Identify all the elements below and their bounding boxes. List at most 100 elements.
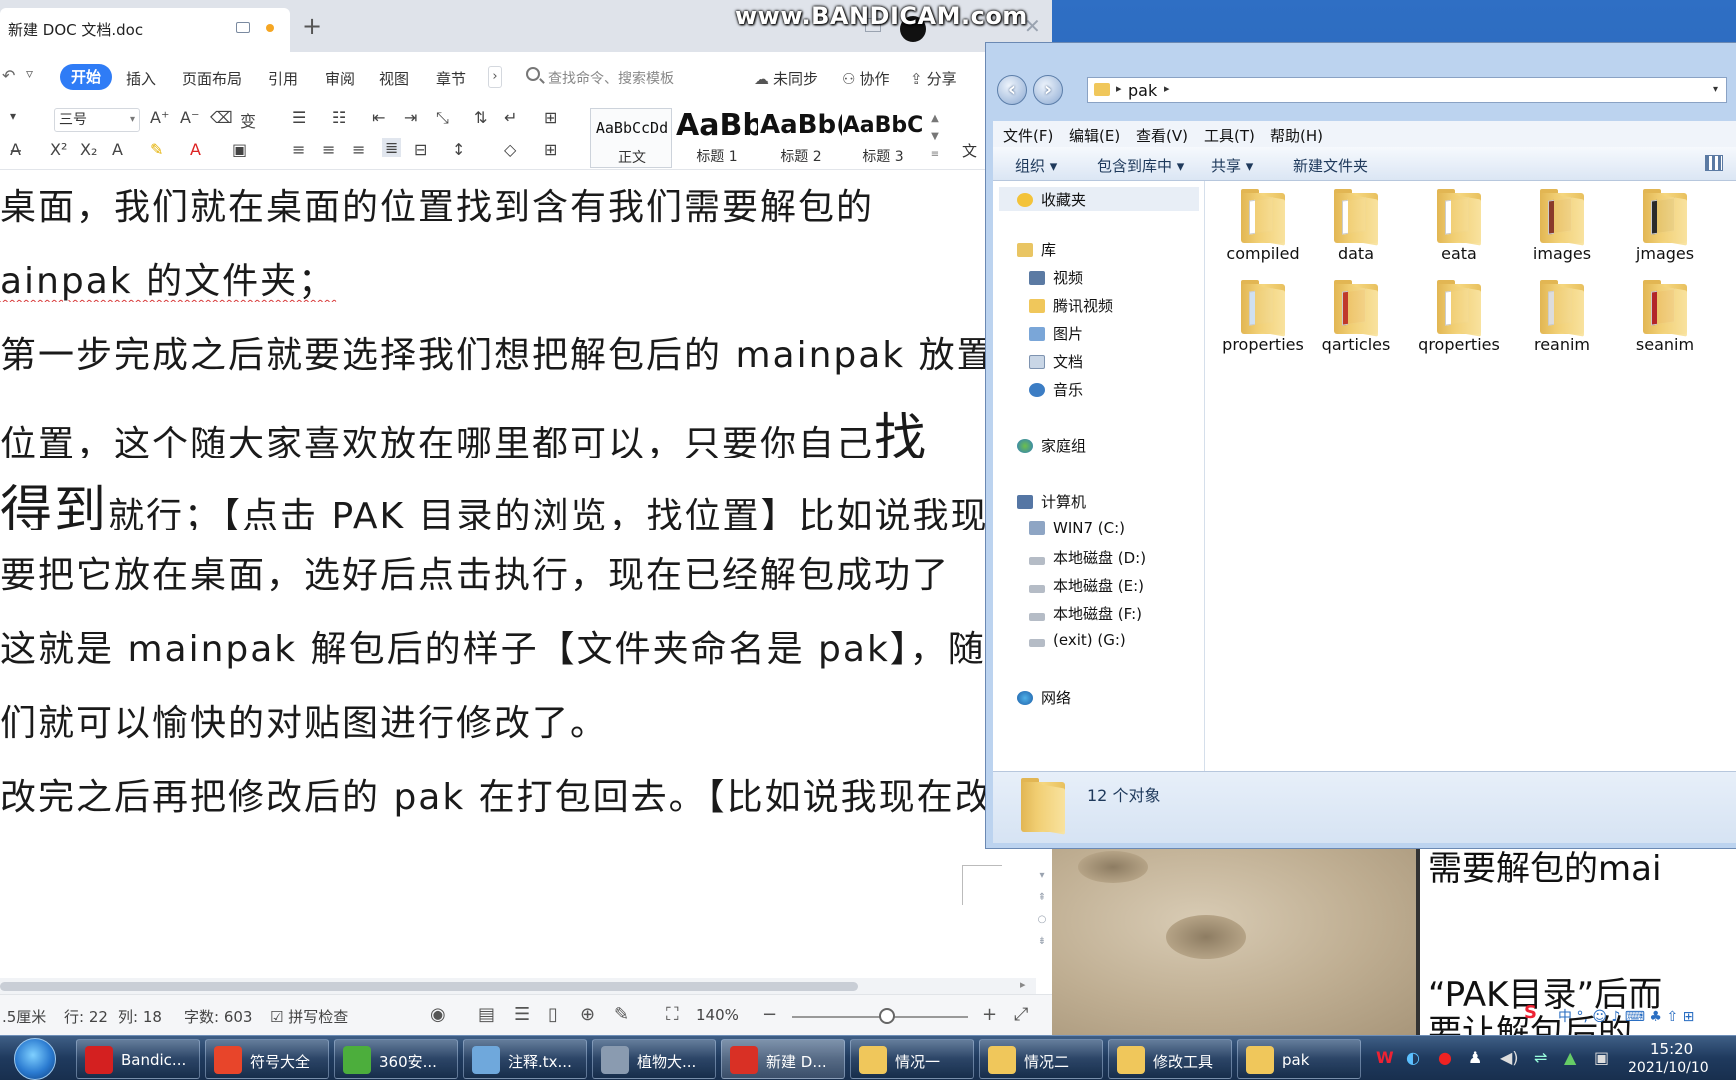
chevron-down-icon[interactable]: ▿ — [26, 66, 33, 82]
clear-format-icon[interactable]: ⌫ — [210, 108, 233, 127]
horizontal-scrollbar[interactable]: ▸ — [0, 978, 1036, 994]
menu-help[interactable]: 帮助(H) — [1270, 125, 1323, 146]
vertical-scroll-controls[interactable]: ▾ ⇞ ○ ⇟ — [1032, 870, 1052, 980]
style-heading-3[interactable]: AaBbC 标题 3 — [842, 108, 924, 168]
taskbar-button-bandicam[interactable]: Bandic... — [76, 1039, 200, 1079]
nav-lib-pictures[interactable]: 图片 — [1029, 323, 1083, 344]
menu-file[interactable]: 文件(F) — [1003, 125, 1053, 146]
nav-drive-d[interactable]: 本地磁盘 (D:) — [1029, 547, 1146, 568]
tab-view[interactable]: 视图 — [379, 68, 409, 89]
distributed-icon[interactable]: ⊟ — [414, 140, 427, 159]
prev-page-icon[interactable]: ⇞ — [1032, 892, 1052, 914]
style-normal[interactable]: AaBbCcDd 正文 — [590, 108, 672, 168]
sync-button[interactable]: ☁ 未同步 — [754, 68, 818, 89]
nav-homegroup[interactable]: 家庭组 — [1017, 435, 1086, 456]
folder-item-eata[interactable]: eata — [1409, 181, 1509, 273]
status-word-count[interactable]: 字数: 603 — [184, 1006, 252, 1027]
nav-drive-g[interactable]: (exit) (G:) — [1029, 631, 1126, 649]
text-direction-icon[interactable]: ⤡ — [436, 108, 449, 128]
nav-lib-documents[interactable]: 文档 — [1029, 351, 1083, 372]
nav-computer[interactable]: 计算机 — [1017, 491, 1086, 512]
monitor-icon[interactable] — [236, 22, 250, 33]
superscript-icon[interactable]: X² — [50, 140, 67, 159]
sort-icon[interactable]: ⇅ — [474, 108, 487, 127]
style-gallery-scroll[interactable]: ▲ ▼ ≡ — [928, 110, 942, 166]
table-tools-icon[interactable]: ⊞ — [544, 108, 557, 127]
folder-item-images[interactable]: images — [1512, 181, 1612, 273]
volume-icon[interactable]: ◀) — [1500, 1048, 1519, 1067]
scroll-right-icon[interactable]: ▸ — [1020, 978, 1026, 991]
zoom-level[interactable]: 140% — [696, 1006, 739, 1024]
organize-button[interactable]: 组织 ▾ — [1015, 155, 1057, 176]
tab-references[interactable]: 引用 — [268, 68, 298, 89]
taskbar-button-wps-doc[interactable]: 新建 D... — [721, 1039, 845, 1079]
nav-libraries[interactable]: 库 — [1017, 239, 1056, 260]
web-view-icon[interactable]: ⊕ — [580, 1004, 595, 1025]
network-tray-icon[interactable]: ▲ — [1564, 1048, 1576, 1067]
usb-icon[interactable]: ⇌ — [1534, 1048, 1547, 1067]
grow-font-icon[interactable]: A⁺ — [150, 108, 169, 127]
tab-start[interactable]: 开始 — [60, 64, 112, 90]
taskbar-button-symbols[interactable]: 符号大全 — [205, 1039, 329, 1079]
taskbar-button-plants-game[interactable]: 植物大... — [592, 1039, 716, 1079]
new-tab-plus-icon[interactable]: + — [302, 14, 322, 38]
nav-network[interactable]: 网络 — [1017, 687, 1071, 708]
spell-check-button[interactable]: ☑ 拼写检查 — [270, 1006, 348, 1027]
tab-chapter[interactable]: 章节 — [436, 68, 466, 89]
breadcrumb-arrow-icon[interactable]: ▸ — [1116, 82, 1122, 95]
tab-insert[interactable]: 插入 — [126, 68, 156, 89]
zoom-in-icon[interactable]: + — [982, 1004, 997, 1025]
style-heading-1[interactable]: AaBb 标题 1 — [676, 108, 758, 168]
zoom-out-icon[interactable]: − — [762, 1004, 777, 1025]
decrease-indent-icon[interactable]: ⇤ — [372, 108, 385, 127]
new-folder-button[interactable]: 新建文件夹 — [1293, 155, 1368, 176]
nav-lib-tencent-video[interactable]: 腾讯视频 — [1029, 295, 1113, 316]
nav-drive-c[interactable]: WIN7 (C:) — [1029, 519, 1125, 537]
undo-icon[interactable]: ↶ — [2, 66, 15, 85]
scroll-down-icon[interactable]: ▾ — [1032, 870, 1052, 892]
tab-review[interactable]: 审阅 — [325, 68, 355, 89]
increase-indent-icon[interactable]: ⇥ — [404, 108, 417, 127]
folder-item-qarticles[interactable]: qarticles — [1306, 272, 1406, 364]
line-spacing-icon[interactable]: ↕ — [452, 140, 465, 159]
menu-view[interactable]: 查看(V) — [1136, 125, 1188, 146]
browser-tray-icon[interactable]: ◐ — [1406, 1048, 1420, 1067]
bullet-list-icon[interactable]: ☰ — [292, 108, 306, 127]
nav-favorites[interactable]: 收藏夹 — [1017, 189, 1086, 210]
fit-page-icon[interactable]: ⛶ — [666, 1004, 679, 1025]
folder-item-data[interactable]: data — [1306, 181, 1406, 273]
next-page-icon[interactable]: ⇟ — [1032, 936, 1052, 958]
chevron-down-icon[interactable]: ▾ — [1713, 84, 1718, 95]
select-browse-icon[interactable]: ○ — [1032, 914, 1052, 936]
page-view-icon[interactable]: ▤ — [478, 1004, 495, 1025]
line-break-icon[interactable]: ↵ — [504, 108, 517, 127]
font-color-icon[interactable]: A — [190, 140, 201, 159]
share-with-button[interactable]: 共享 ▾ — [1211, 155, 1253, 176]
tab-page-layout[interactable]: 页面布局 — [182, 68, 242, 89]
outline-view-icon[interactable]: ☰ — [514, 1004, 530, 1025]
more-tabs-chevron-icon[interactable]: › — [488, 66, 502, 88]
record-tray-icon[interactable]: ● — [1438, 1048, 1452, 1067]
scroll-thumb[interactable] — [0, 982, 858, 991]
command-search-box[interactable]: 查找命令、搜索模板 — [522, 64, 722, 90]
folder-item-reanim[interactable]: reanim — [1512, 272, 1612, 364]
qq-tray-icon[interactable]: ♟ — [1468, 1048, 1482, 1067]
taskbar-button-360[interactable]: 360安... — [334, 1039, 458, 1079]
borders-icon[interactable]: ⊞ — [544, 140, 557, 159]
clock-time[interactable]: 15:20 — [1650, 1040, 1693, 1058]
zoom-slider-knob[interactable] — [879, 1008, 895, 1024]
ime-tools-icons[interactable]: 中 °, ☺ ♪ ⌨ ♣ ⇧ ⊞ — [1558, 1006, 1694, 1026]
action-center-icon[interactable]: ▣ — [1594, 1048, 1609, 1067]
folder-item-seanim[interactable]: seanim — [1615, 272, 1715, 364]
collaborate-button[interactable]: ⚇ 协作 — [842, 68, 889, 89]
address-path[interactable]: pak — [1128, 81, 1157, 100]
char-border-icon[interactable]: ▣ — [232, 140, 247, 159]
folder-item-compiled[interactable]: compiled — [1213, 181, 1313, 273]
shrink-font-icon[interactable]: A⁻ — [180, 108, 199, 127]
taskbar-button-edit-tool[interactable]: 修改工具 — [1108, 1039, 1232, 1079]
folder-item-properties[interactable]: properties — [1213, 272, 1313, 364]
share-button[interactable]: ⇪ 分享 — [910, 68, 957, 89]
taskbar-button-case-1[interactable]: 情况一 — [850, 1039, 974, 1079]
subscript-icon[interactable]: X₂ — [80, 140, 97, 159]
taskbar-button-case-2[interactable]: 情况二 — [979, 1039, 1103, 1079]
